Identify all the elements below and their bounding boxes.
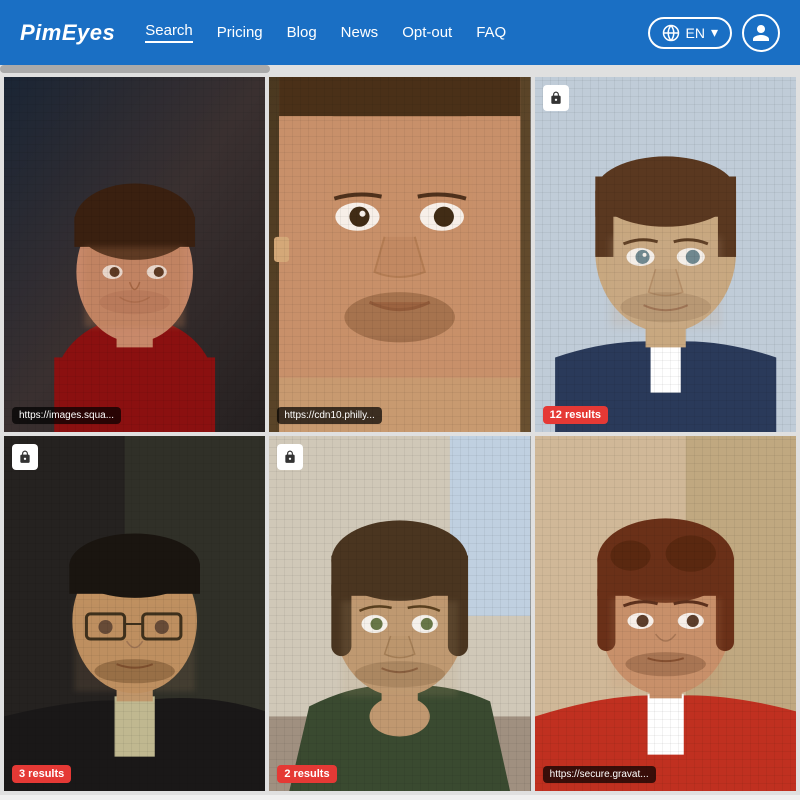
pixel-overlay-2 xyxy=(269,77,530,432)
result-item-5[interactable]: 2 results xyxy=(269,436,530,791)
pixel-overlay-6 xyxy=(535,436,796,791)
result-item-1[interactable]: https://images.squa... xyxy=(4,77,265,432)
nav-pricing[interactable]: Pricing xyxy=(217,24,263,41)
user-icon xyxy=(751,23,771,43)
pixel-overlay-4 xyxy=(4,436,265,791)
nav-search[interactable]: Search xyxy=(145,22,193,43)
results-badge-3: 12 results xyxy=(543,406,608,424)
url-badge-2: https://cdn10.philly... xyxy=(277,407,381,424)
url-badge-1: https://images.squa... xyxy=(12,407,121,424)
nav-optout[interactable]: Opt-out xyxy=(402,24,452,41)
lock-svg-3 xyxy=(549,91,563,105)
pixel-overlay-1 xyxy=(4,77,265,432)
results-grid: https://images.squa... xyxy=(0,73,800,795)
language-selector[interactable]: EN ▾ xyxy=(648,17,732,49)
main-nav: Search Pricing Blog News Opt-out FAQ xyxy=(145,22,647,43)
user-account-button[interactable] xyxy=(742,14,780,52)
lang-label: EN xyxy=(686,25,705,41)
lock-icon-3 xyxy=(543,85,569,111)
nav-blog[interactable]: Blog xyxy=(287,24,317,41)
scrollbar-area xyxy=(0,65,800,73)
lock-svg-5 xyxy=(283,450,297,464)
logo[interactable]: PimEyes xyxy=(20,20,115,46)
results-badge-4: 3 results xyxy=(12,765,71,783)
scrollbar-thumb[interactable] xyxy=(0,65,270,73)
result-item-3[interactable]: 12 results xyxy=(535,77,796,432)
pixel-overlay-5 xyxy=(269,436,530,791)
nav-news[interactable]: News xyxy=(341,24,379,41)
pixel-overlay-3 xyxy=(535,77,796,432)
globe-icon xyxy=(662,24,680,42)
result-item-6[interactable]: https://secure.gravat... xyxy=(535,436,796,791)
header-right: EN ▾ xyxy=(648,14,780,52)
lock-icon-4 xyxy=(12,444,38,470)
result-item-4[interactable]: 3 results xyxy=(4,436,265,791)
result-item-2[interactable]: https://cdn10.philly... xyxy=(269,77,530,432)
header: PimEyes Search Pricing Blog News Opt-out… xyxy=(0,0,800,65)
chevron-down-icon: ▾ xyxy=(711,24,718,41)
lock-icon-5 xyxy=(277,444,303,470)
lock-svg-4 xyxy=(18,450,32,464)
nav-faq[interactable]: FAQ xyxy=(476,24,506,41)
url-badge-6: https://secure.gravat... xyxy=(543,766,656,783)
results-badge-5: 2 results xyxy=(277,765,336,783)
